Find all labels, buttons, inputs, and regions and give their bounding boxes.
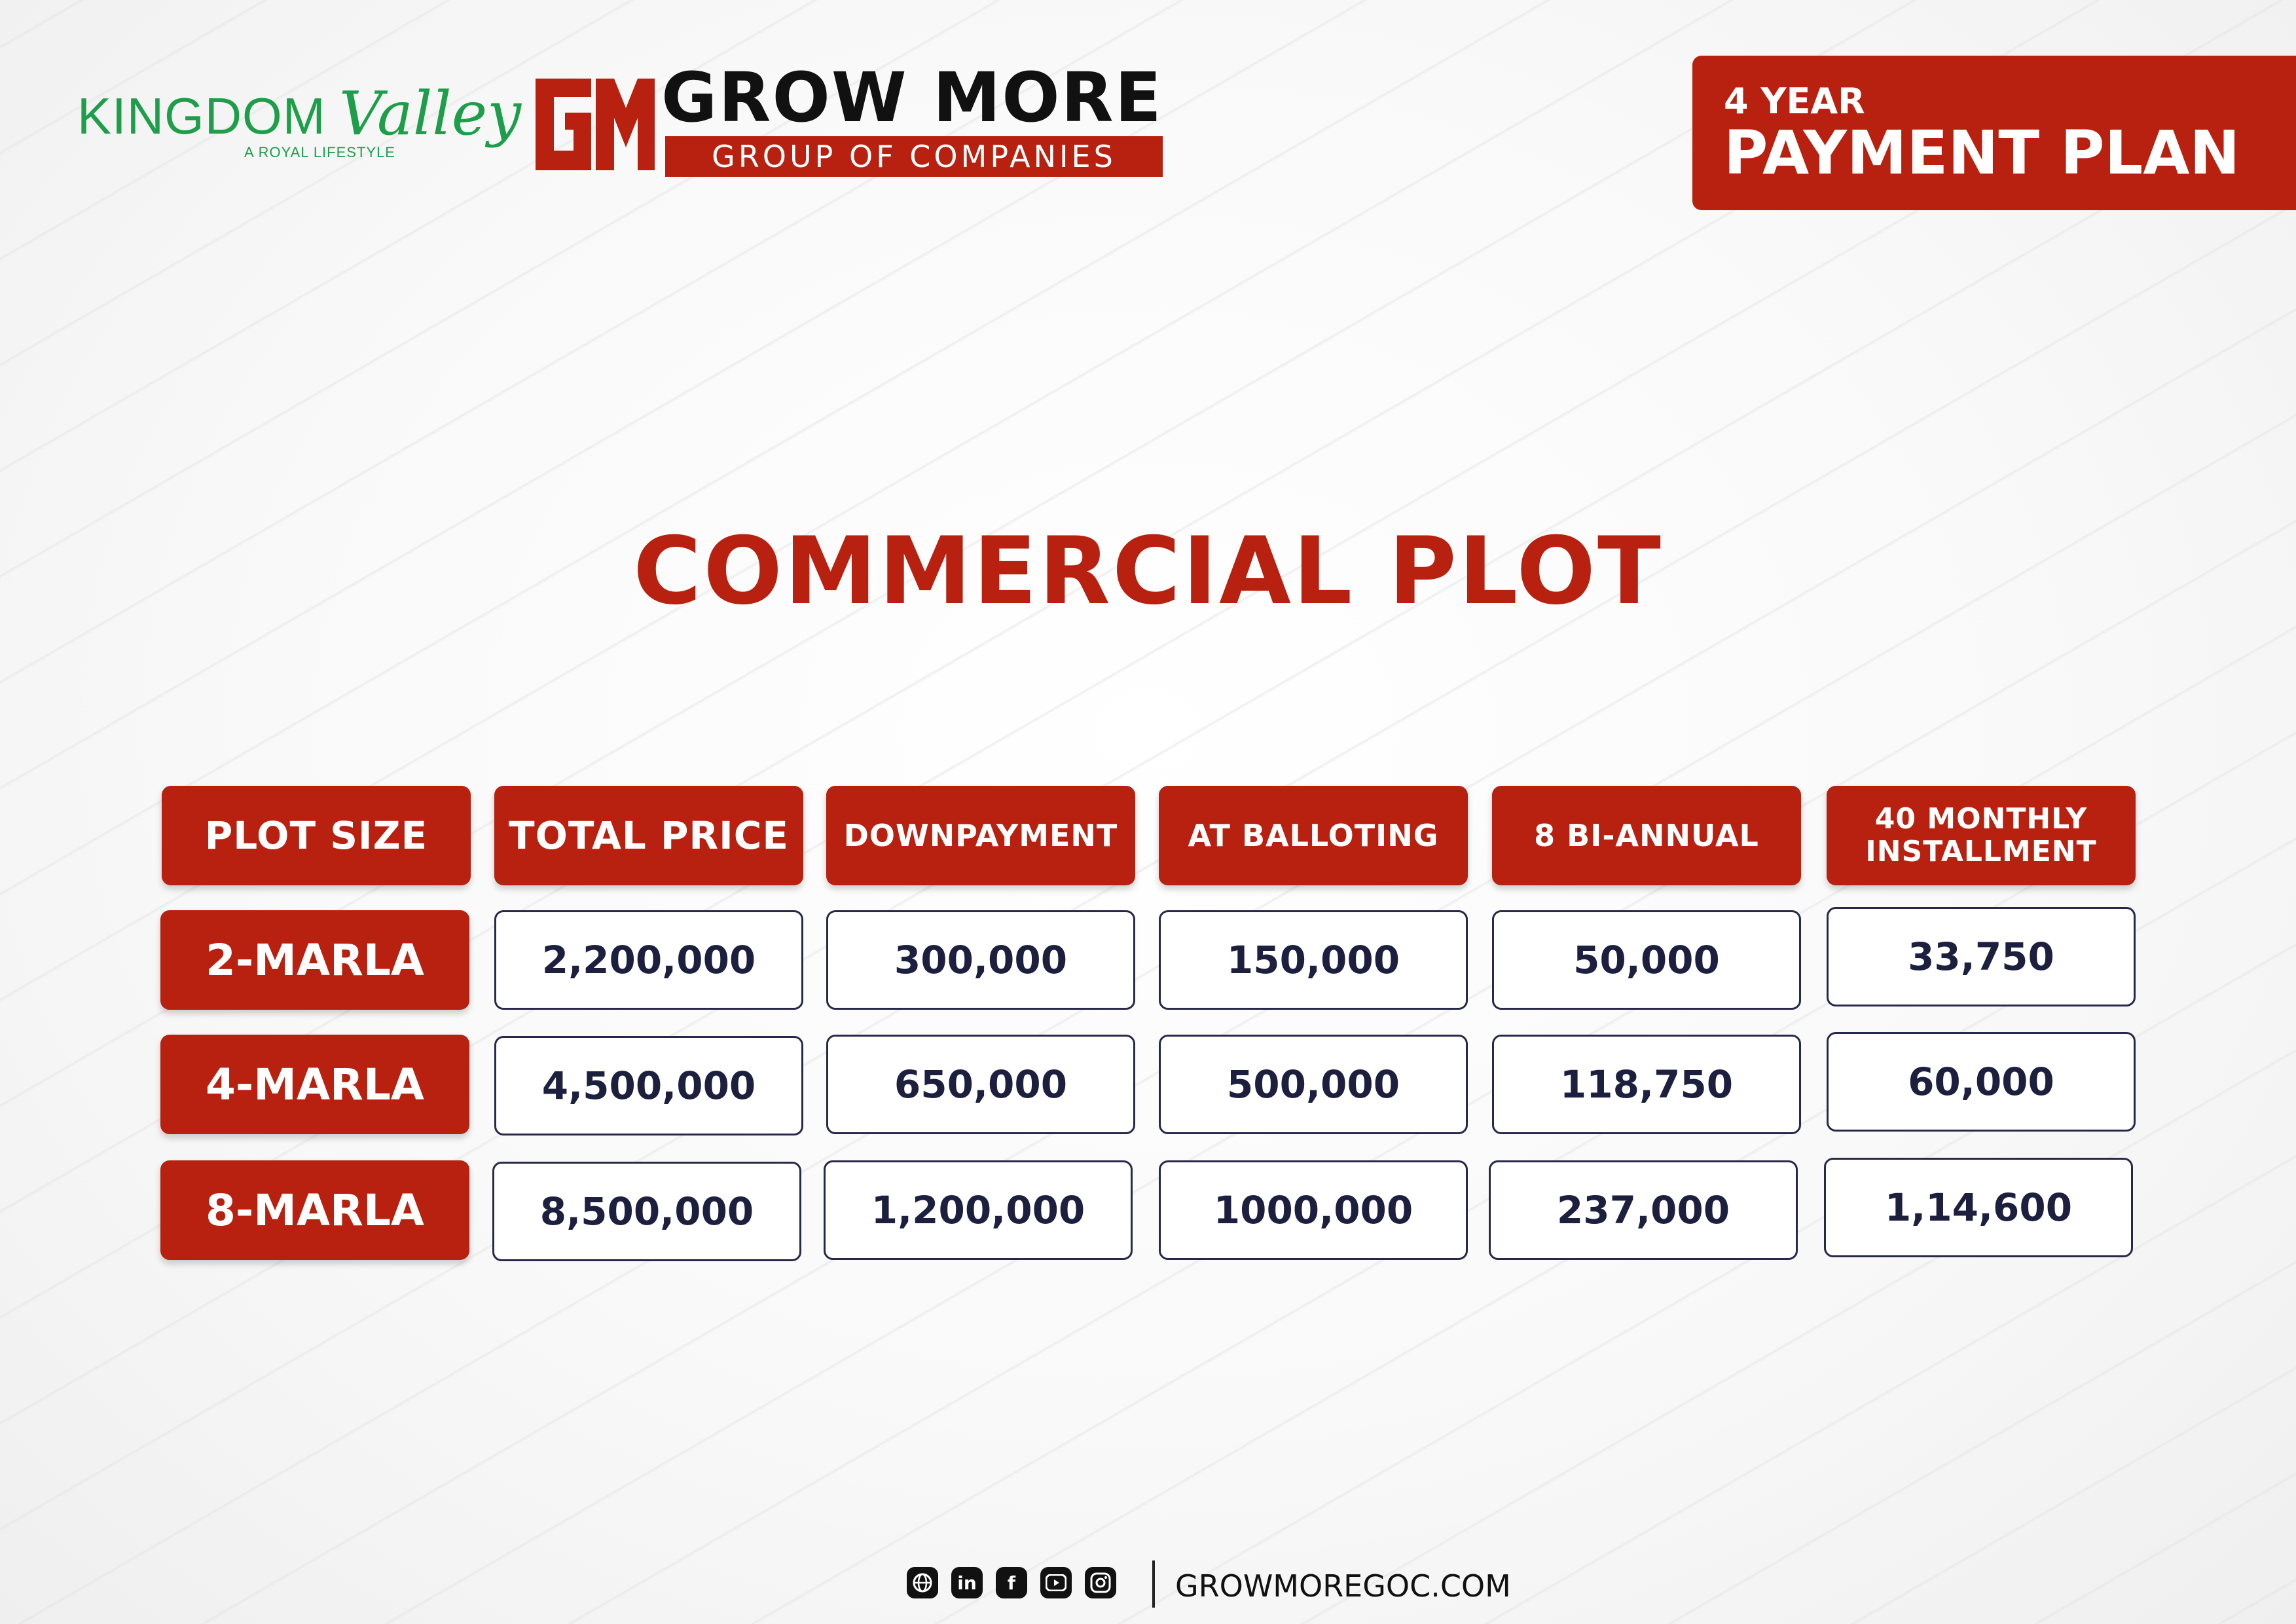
payment-plan-badge: 4 YEAR PAYMENT PLAN [1692,56,2296,210]
table-cell: 118,750 [1492,1035,1801,1134]
table-cell: 4,500,000 [494,1036,803,1135]
kingdom-valley-logo: KINGDOM Valley A ROYAL LIFESTYLE [77,79,521,170]
facebook-icon[interactable]: f [996,1567,1027,1598]
logo-kingdom-word: KINGDOM [77,87,326,145]
footer-divider [1152,1560,1155,1608]
table-cell: 237,000 [1489,1160,1798,1260]
header-monthly-line2: INSTALLMENT [1865,835,2097,868]
header-bi-annual: 8 BI-ANNUAL [1492,786,1801,885]
header-monthly-line1: 40 MONTHLY [1874,802,2088,836]
header-total-price: TOTAL PRICE [494,786,803,885]
table-cell: 1,14,600 [1824,1158,2133,1257]
company-name: GROW MORE [661,58,1163,138]
table-cell: 50,000 [1492,910,1801,1010]
header-at-balloting: AT BALLOTING [1159,786,1468,885]
table-cell: 500,000 [1159,1035,1468,1134]
footer: in f GROWMOREGOC.COM [907,1560,1561,1608]
linkedin-icon[interactable]: in [951,1567,983,1598]
instagram-icon[interactable] [1085,1567,1116,1598]
header-downpayment: DOWNPAYMENT [826,786,1135,885]
company-subtitle: GROUP OF COMPANIES [665,136,1163,177]
youtube-icon[interactable] [1040,1567,1072,1598]
website-link[interactable]: GROWMOREGOC.COM [1175,1568,1511,1604]
table-cell: 8,500,000 [492,1162,801,1261]
header-plot-size: PLOT SIZE [162,786,471,885]
row-label-4-marla: 4-MARLA [160,1035,469,1134]
logo-tagline: A ROYAL LIFESTYLE [244,144,395,160]
plan-title: PAYMENT PLAN [1724,118,2240,188]
table-cell: 2,200,000 [494,910,803,1010]
row-label-8-marla: 8-MARLA [160,1160,469,1260]
table-cell: 300,000 [826,910,1135,1010]
row-label-2-marla: 2-MARLA [160,910,469,1010]
table-cell: 1,200,000 [824,1160,1133,1260]
table-cell: 60,000 [1827,1032,2136,1132]
grow-more-monogram-icon [536,79,655,170]
logo-valley-word: Valley [339,79,522,149]
table-cell: 1000,000 [1159,1160,1468,1260]
page-title: COMMERCIAL PLOT [633,517,1663,625]
table-cell: 150,000 [1159,910,1468,1010]
table-cell: 33,750 [1827,907,2136,1006]
plan-duration: 4 YEAR [1724,81,1865,122]
globe-icon[interactable] [907,1567,938,1598]
table-cell: 650,000 [826,1035,1135,1134]
header-monthly-installment: 40 MONTHLY INSTALLMENT [1827,786,2136,885]
